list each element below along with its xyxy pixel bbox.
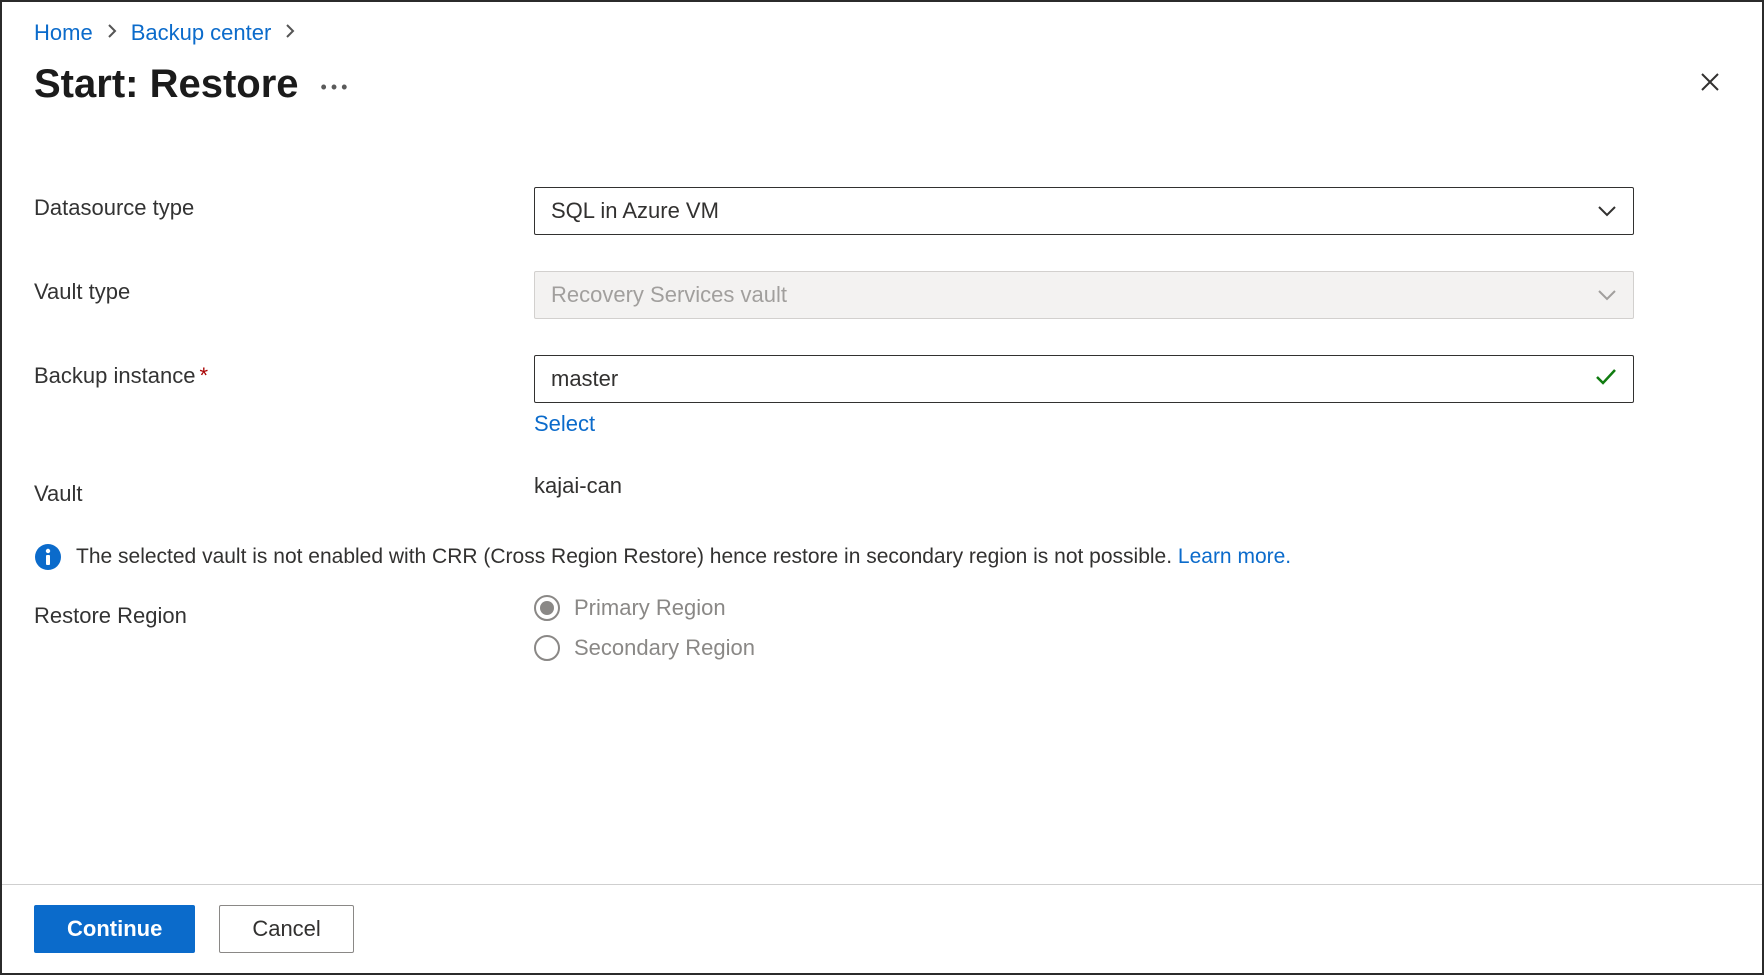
learn-more-link[interactable]: Learn more. bbox=[1178, 545, 1291, 568]
page-title: Start: Restore bbox=[34, 62, 299, 107]
footer: Continue Cancel bbox=[2, 884, 1762, 973]
datasource-type-label: Datasource type bbox=[34, 187, 534, 221]
breadcrumb-home[interactable]: Home bbox=[34, 20, 93, 46]
vault-label: Vault bbox=[34, 473, 534, 507]
vault-type-value: Recovery Services vault bbox=[551, 282, 787, 308]
vault-type-dropdown: Recovery Services vault bbox=[534, 271, 1634, 319]
restore-region-primary-radio: Primary Region bbox=[534, 595, 1634, 621]
info-text: The selected vault is not enabled with C… bbox=[76, 545, 1172, 568]
restore-region-label: Restore Region bbox=[34, 595, 534, 629]
select-backup-instance-link[interactable]: Select bbox=[534, 411, 595, 437]
chevron-down-icon bbox=[1597, 204, 1617, 218]
chevron-right-icon bbox=[107, 23, 117, 44]
chevron-down-icon bbox=[1597, 288, 1617, 302]
chevron-right-icon bbox=[285, 23, 295, 44]
close-button[interactable] bbox=[1690, 66, 1730, 104]
radio-icon bbox=[534, 635, 560, 661]
close-icon bbox=[1698, 70, 1722, 94]
restore-region-secondary-radio: Secondary Region bbox=[534, 635, 1634, 661]
more-icon[interactable]: ••• bbox=[321, 71, 352, 98]
cancel-button[interactable]: Cancel bbox=[219, 905, 353, 953]
restore-region-secondary-label: Secondary Region bbox=[574, 635, 755, 661]
vault-value: kajai-can bbox=[534, 473, 1634, 499]
radio-icon bbox=[534, 595, 560, 621]
restore-region-primary-label: Primary Region bbox=[574, 595, 726, 621]
backup-instance-input[interactable]: master bbox=[534, 355, 1634, 403]
backup-instance-value: master bbox=[551, 366, 618, 392]
breadcrumb: Home Backup center bbox=[34, 20, 1730, 46]
vault-type-label: Vault type bbox=[34, 271, 534, 305]
backup-instance-label: Backup instance* bbox=[34, 355, 534, 389]
datasource-type-value: SQL in Azure VM bbox=[551, 198, 719, 224]
datasource-type-dropdown[interactable]: SQL in Azure VM bbox=[534, 187, 1634, 235]
breadcrumb-backup-center[interactable]: Backup center bbox=[131, 20, 272, 46]
info-banner: The selected vault is not enabled with C… bbox=[34, 543, 1730, 571]
checkmark-icon bbox=[1595, 365, 1617, 393]
continue-button[interactable]: Continue bbox=[34, 905, 195, 953]
info-icon bbox=[34, 543, 62, 571]
